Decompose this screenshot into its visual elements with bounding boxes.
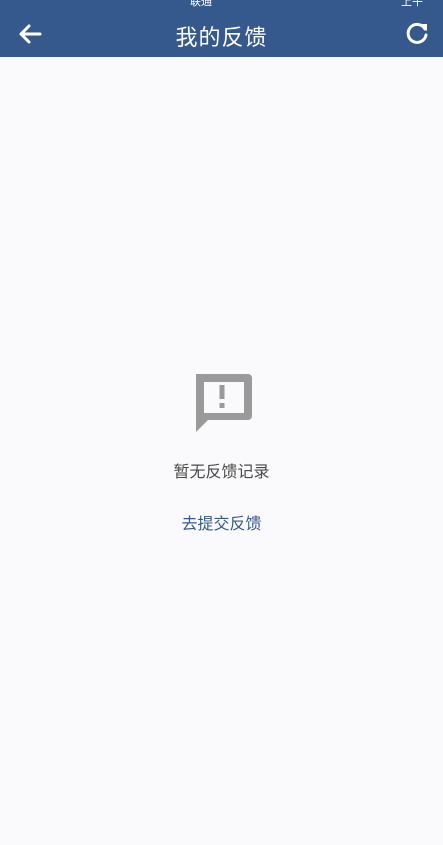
- feedback-screen: 联通 上午 我的反馈 暂无反馈记录 去提交反馈: [0, 0, 443, 845]
- refresh-button[interactable]: [403, 18, 431, 48]
- refresh-icon: [406, 22, 428, 44]
- status-time: 上午: [401, 0, 423, 8]
- page-title: 我的反馈: [175, 26, 268, 51]
- header-bar: 我的反馈: [0, 8, 443, 57]
- status-bar: 联通 上午: [0, 0, 443, 8]
- empty-message: 暂无反馈记录: [173, 462, 270, 481]
- status-carrier: 联通: [190, 0, 212, 8]
- submit-feedback-link[interactable]: 去提交反馈: [181, 510, 261, 534]
- empty-state: 暂无反馈记录 去提交反馈: [0, 370, 443, 534]
- comment-alert-icon: [195, 374, 252, 432]
